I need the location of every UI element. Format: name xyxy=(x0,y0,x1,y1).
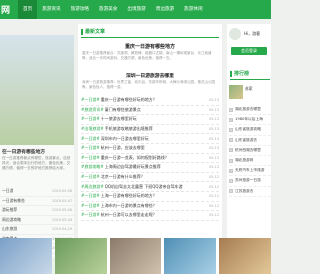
nav-item-home[interactable]: 首页 xyxy=(18,0,38,19)
rank-header: 排行榜 xyxy=(230,70,249,77)
section-marker xyxy=(81,28,83,35)
gallery-image[interactable] xyxy=(54,238,107,274)
section-divider xyxy=(81,37,219,38)
rank-item[interactable]: 9 江苏旅游去 xyxy=(229,187,271,197)
rank-item[interactable]: 6 湖北旅游网 xyxy=(229,156,271,167)
section-marker xyxy=(230,70,232,77)
news-row[interactable]: #一日游# 深圳市内一日游去哪里好玩 05-13 xyxy=(81,134,219,144)
news-row[interactable]: #一日游# 上海市内一日游的景点有哪些？ 05-12 xyxy=(81,202,219,212)
nav-item-nearby[interactable]: 周边旅游 xyxy=(151,0,179,19)
nav-item-leisure[interactable]: 旅游休闲 xyxy=(179,0,207,19)
gallery-image[interactable] xyxy=(0,238,52,274)
news-row[interactable]: #一日游# 杭州一日游可以去哪里走走呢？ 05-12 xyxy=(81,211,219,221)
news-row[interactable]: #周边旅游# QQ机自驾去太北露营 下班QQ游亲自驾车游 05-12 xyxy=(81,182,219,192)
rank-title: 排行榜 xyxy=(234,71,250,77)
rank-number: 7 xyxy=(229,168,233,173)
list-item[interactable]: 周边游攻略 2019-05-04 xyxy=(0,216,74,225)
list-item[interactable]: 山东旅游 2019-04-29 xyxy=(0,225,74,235)
gallery-image[interactable] xyxy=(219,238,271,274)
gallery-image[interactable] xyxy=(109,238,162,274)
nav-item-abroad[interactable]: 出境旅游 xyxy=(122,0,150,19)
rank-number: 5 xyxy=(229,148,233,153)
rank-number: 2 xyxy=(229,117,233,122)
list-item[interactable]: 一日游有哪些 2019-05-07 xyxy=(0,197,74,206)
login-button[interactable]: 会员登录 xyxy=(231,47,267,55)
greeting-text: Hi，游客 xyxy=(244,31,261,36)
rank-item[interactable]: 8 苏州旅游一日游 xyxy=(229,176,271,187)
rank-number: 9 xyxy=(229,189,233,194)
headline-desc: 重庆一日游推荐景点：洪崖洞、解放碑、磁器口古镇、南山一棵树观景台、长江索道等，适… xyxy=(82,51,212,61)
nav-item-news[interactable]: 旅游资讯 xyxy=(37,0,65,19)
rank-item[interactable]: 3 山东省旅游攻略 xyxy=(229,125,271,136)
rank-item[interactable]: 2 1980年以后上海 xyxy=(229,115,271,126)
rank-item[interactable]: 1 湖北旅游去哪里 xyxy=(229,105,271,116)
news-row[interactable]: #一日游# 十一旅游去哪里好玩 05-13 xyxy=(81,115,219,125)
rank-item[interactable]: 7 天府汽车上市旅游 xyxy=(229,166,271,177)
top-nav-bar: 网 首页 旅游资讯 旅游攻略 旅游美食 出境旅游 周边旅游 旅游休闲 xyxy=(0,0,271,19)
nav-item-guides[interactable]: 旅游攻略 xyxy=(66,0,94,19)
gallery-strip xyxy=(0,238,271,274)
rank-thumb-text[interactable]: 苏家 xyxy=(245,86,253,92)
rank-number: 3 xyxy=(229,127,233,132)
headline-title[interactable]: 重庆一日游有哪些地方 xyxy=(78,43,222,50)
site-logo[interactable]: 网 xyxy=(1,3,10,16)
news-row[interactable]: #一日游# 北京一日游有什么推荐？ 05-12 xyxy=(81,173,219,183)
nav-item-food[interactable]: 旅游美食 xyxy=(94,0,122,19)
rank-number: 4 xyxy=(229,138,233,143)
rank-item[interactable]: 4 山东省旅游去 xyxy=(229,136,271,146)
headline2-title[interactable]: 深圳一日游旅游去哪里 xyxy=(78,72,222,79)
left-feature-title[interactable]: 在一日游有哪些地方 xyxy=(2,148,45,155)
headline2-desc: 深圳一日游旅游推荐：世界之窗、欢乐谷、东部华侨城、大梅沙海滨公园、莲花山公园等，… xyxy=(82,80,215,90)
right-sidebar: Hi，游客 会员登录 排行榜 苏家 1 湖北旅游去哪里 2 1980年以后上海 3山… xyxy=(227,24,271,274)
list-item[interactable]: 游玩推荐 2019-05-06 xyxy=(0,206,74,216)
left-feature-text: 在一日游推荐景点有哪些，旅游景点，自然风光，适合周末出行的地方，景色优美，交通方… xyxy=(2,156,71,171)
rank-list: 1 湖北旅游去哪里 2 1980年以后上海 3 山东省旅游攻略 4 山东省旅游去 5 杭州… xyxy=(229,105,271,197)
news-row[interactable]: #一日游# 重庆一日游一览表，如何规划好路线？ 05-13 xyxy=(81,154,219,164)
news-row[interactable]: #旅游资讯# 厦门有哪些旅游景点 05-13 xyxy=(81,106,219,116)
gallery-image[interactable] xyxy=(164,238,217,274)
main-content: 最新文章 重庆一日游有哪些地方 重庆一日游推荐景点：洪崖洞、解放碑、磁器口古镇、… xyxy=(78,24,222,274)
feature-image[interactable] xyxy=(0,35,74,145)
rank-number: 8 xyxy=(229,178,233,183)
rank-item[interactable]: 5 杭州西湖去哪里 xyxy=(229,146,271,156)
list-item[interactable]: 一日游 2019-05-08 xyxy=(0,187,74,197)
news-row[interactable]: #一日游# 上海一日游有哪些好玩的地方？ 05-12 xyxy=(81,192,219,202)
news-row[interactable]: #一日游# 杭州一日游，应该去哪里 05-13 xyxy=(81,144,219,154)
rank-divider xyxy=(230,79,270,80)
news-row[interactable]: #出境旅游# 手机旅游攻略旅游出境推荐 05-13 xyxy=(81,125,219,135)
rank-number: 6 xyxy=(229,158,233,163)
rank-number: 1 xyxy=(229,107,233,112)
avatar xyxy=(229,28,241,40)
main-nav: 首页 旅游资讯 旅游攻略 旅游美食 出境旅游 周边旅游 旅游休闲 xyxy=(18,0,208,19)
section-header: 最新文章 xyxy=(81,28,105,35)
news-row[interactable]: #一日游# 重庆一日游有哪些好玩的地方？ 05-13 xyxy=(81,96,219,106)
rank-thumbnail[interactable] xyxy=(229,85,243,99)
section-title: 最新文章 xyxy=(85,29,106,35)
news-row[interactable]: #旅游攻略# 上海周边自驾游最好玩景点推荐 05-13 xyxy=(81,163,219,173)
news-list: #一日游# 重庆一日游有哪些好玩的地方？ 05-13 #旅游资讯# 厦门有哪些旅游景点… xyxy=(81,96,219,221)
